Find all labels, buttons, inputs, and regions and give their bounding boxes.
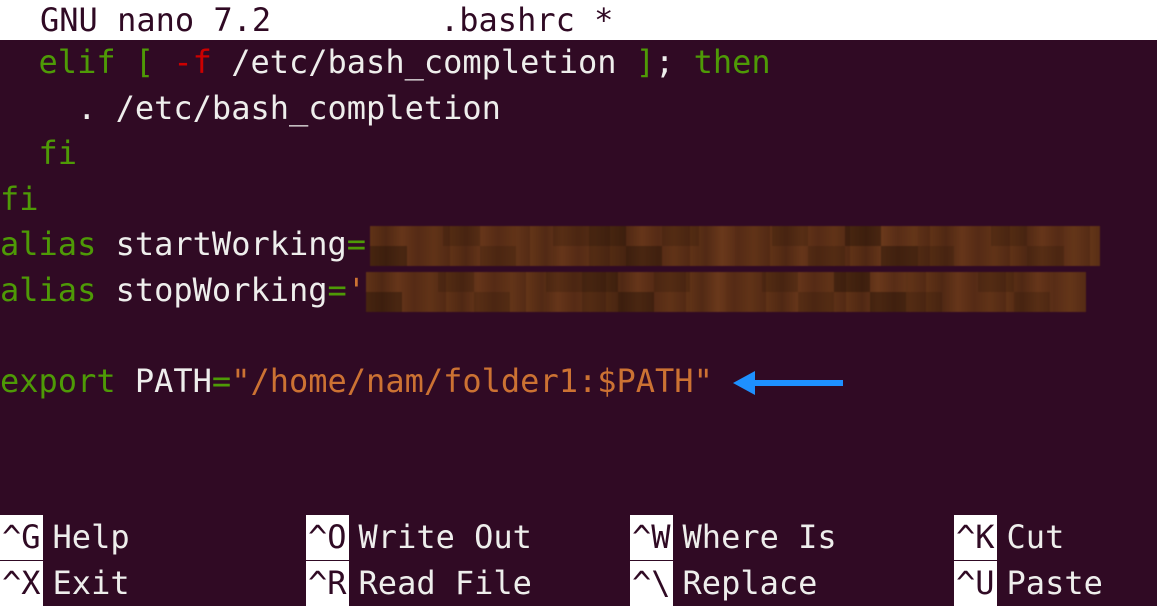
shortcut-cut[interactable]: ^K Cut <box>954 515 1064 560</box>
shortcut-where-is[interactable]: ^W Where Is <box>630 515 954 560</box>
shortcut-write-out[interactable]: ^O Write Out <box>306 515 630 560</box>
shortcut-read-file[interactable]: ^R Read File <box>306 561 630 606</box>
code-line-2: . /etc/bash_completion <box>0 86 1157 132</box>
shortcut-exit[interactable]: ^X Exit <box>0 561 306 606</box>
code-line-1: elif [ -f /etc/bash_completion ]; then <box>0 40 1157 86</box>
shortcut-paste[interactable]: ^U Paste <box>954 561 1103 606</box>
editor-content[interactable]: elif [ -f /etc/bash_completion ]; then .… <box>0 40 1157 404</box>
app-name: GNU nano 7.2 <box>40 0 271 40</box>
redacted-value-1 <box>370 226 1100 266</box>
titlebar: GNU nano 7.2 .bashrc * <box>0 0 1157 40</box>
shortcut-replace[interactable]: ^\ Replace <box>630 561 954 606</box>
code-line-5: alias startWorking= <box>0 222 1157 268</box>
shortcut-row-1: ^G Help ^O Write Out ^W Where Is ^K Cut <box>0 515 1157 561</box>
code-line-4: fi <box>0 177 1157 223</box>
arrow-icon <box>733 373 843 393</box>
code-line-6: alias stopWorking=' <box>0 268 1157 314</box>
shortcut-help[interactable]: ^G Help <box>0 515 306 560</box>
code-line-3: fi <box>0 131 1157 177</box>
filename: .bashrc * <box>440 0 613 40</box>
code-line-blank <box>0 313 1157 359</box>
redacted-value-2 <box>366 272 1086 312</box>
shortcut-bar: ^G Help ^O Write Out ^W Where Is ^K Cut … <box>0 515 1157 606</box>
shortcut-row-2: ^X Exit ^R Read File ^\ Replace ^U Paste <box>0 561 1157 606</box>
code-line-8: export PATH="/home/nam/folder1:$PATH" <box>0 359 1157 405</box>
